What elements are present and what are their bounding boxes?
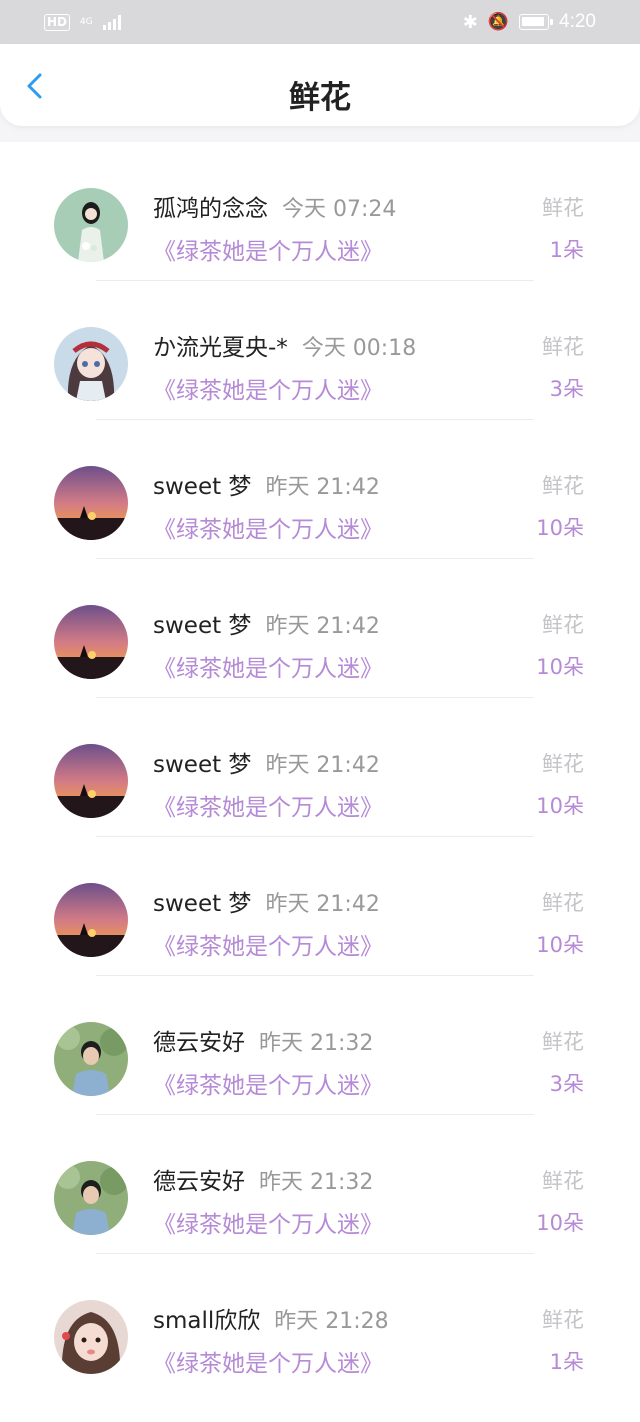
gift-time: 昨天 21:32 [259, 1031, 374, 1056]
gift-type: 鲜花 [542, 891, 584, 915]
gift-time: 昨天 21:32 [259, 1170, 374, 1195]
gift-time: 昨天 21:42 [265, 753, 380, 778]
avatar[interactable] [54, 605, 128, 679]
user-nickname: sweet 梦 [153, 474, 252, 500]
user-name: sweet 梦昨天 21:42 [153, 884, 380, 918]
gift-count: 10朵 [536, 794, 584, 818]
user-nickname: sweet 梦 [153, 891, 252, 917]
book-title[interactable]: 《绿茶她是个万人迷》 [153, 510, 383, 544]
avatar[interactable] [54, 188, 128, 262]
boy-photo-avatar-icon [54, 1022, 128, 1096]
boy-photo-avatar-icon [54, 1161, 128, 1235]
list-item[interactable]: か流光夏央-* 今天 00:18 《绿茶她是个万人迷》 鲜花 3朵 [0, 281, 640, 420]
gift-time: 昨天 21:28 [274, 1309, 389, 1334]
avatar[interactable] [54, 1022, 128, 1096]
gift-count: 10朵 [536, 933, 584, 957]
book-title[interactable]: 《绿茶她是个万人迷》 [153, 371, 383, 405]
gift-count: 1朵 [549, 238, 584, 262]
list-item[interactable]: 孤鸿的念念 今天 07:24 《绿茶她是个万人迷》 鲜花 1朵 [0, 142, 640, 281]
sunset-avatar-icon [54, 605, 128, 679]
list-item[interactable]: 德云安好 昨天 21:32 《绿茶她是个万人迷》 鲜花 10朵 [0, 1115, 640, 1254]
user-name: sweet 梦昨天 21:42 [153, 745, 380, 779]
list-item[interactable]: 德云安好 昨天 21:32 《绿茶她是个万人迷》 鲜花 3朵 [0, 976, 640, 1115]
book-title[interactable]: 《绿茶她是个万人迷》 [153, 1205, 383, 1239]
user-name: か流光夏央-* 今天 00:18 [153, 328, 416, 362]
user-name: 德云安好 昨天 21:32 [153, 1162, 373, 1196]
hd-badge: HD [44, 13, 71, 31]
book-title[interactable]: 《绿茶她是个万人迷》 [153, 649, 383, 683]
sunset-avatar-icon [54, 883, 128, 957]
list-item[interactable]: sweet 梦昨天 21:42 《绿茶她是个万人迷》 鲜花 10朵 [0, 559, 640, 698]
user-nickname: 孤鸿的念念 [153, 196, 268, 222]
gift-count: 10朵 [536, 1211, 584, 1235]
gift-record-list: 孤鸿的念念 今天 07:24 《绿茶她是个万人迷》 鲜花 1朵 か流光夏央-* 今天… [0, 142, 640, 1422]
book-title[interactable]: 《绿茶她是个万人迷》 [153, 1344, 383, 1378]
status-left: HD 4G [44, 13, 121, 31]
user-nickname: sweet 梦 [153, 613, 252, 639]
user-nickname: か流光夏央-* [153, 335, 288, 361]
avatar[interactable] [54, 744, 128, 818]
gift-count: 10朵 [536, 516, 584, 540]
anime-girl-avatar-icon [54, 327, 128, 401]
sunset-avatar-icon [54, 466, 128, 540]
page-title: 鲜花 [289, 80, 351, 116]
battery-icon [519, 14, 554, 30]
gift-time: 今天 07:24 [282, 197, 397, 222]
gift-count: 10朵 [536, 655, 584, 679]
book-title[interactable]: 《绿茶她是个万人迷》 [153, 232, 383, 266]
gift-type: 鲜花 [542, 752, 584, 776]
book-title[interactable]: 《绿茶她是个万人迷》 [153, 1066, 383, 1100]
book-title[interactable]: 《绿茶她是个万人迷》 [153, 927, 383, 961]
bluetooth-icon: ✱ [462, 11, 478, 33]
gift-type: 鲜花 [542, 613, 584, 637]
list-item[interactable]: sweet 梦昨天 21:42 《绿茶她是个万人迷》 鲜花 10朵 [0, 837, 640, 976]
gift-count: 3朵 [549, 377, 584, 401]
nav-bar: 鲜花 [0, 44, 640, 126]
gift-time: 昨天 21:42 [265, 892, 380, 917]
status-right: ✱ 🔕 4:20 [463, 11, 596, 33]
gift-type: 鲜花 [542, 474, 584, 498]
user-nickname: sweet 梦 [153, 752, 252, 778]
list-item[interactable]: small欣欣 昨天 21:28 《绿茶她是个万人迷》 鲜花 1朵 [0, 1254, 640, 1393]
gift-type: 鲜花 [542, 1030, 584, 1054]
book-title[interactable]: 《绿茶她是个万人迷》 [153, 788, 383, 822]
gift-type: 鲜花 [542, 335, 584, 359]
user-nickname: 德云安好 [153, 1169, 245, 1195]
user-nickname: small欣欣 [153, 1308, 261, 1334]
avatar[interactable] [54, 883, 128, 957]
user-nickname: 德云安好 [153, 1030, 245, 1056]
mute-bell-icon: 🔕 [487, 12, 510, 32]
gift-time: 今天 00:18 [301, 336, 417, 361]
avatar[interactable] [54, 1161, 128, 1235]
list-item[interactable]: sweet 梦昨天 21:42 《绿茶她是个万人迷》 鲜花 10朵 [0, 698, 640, 837]
gift-type: 鲜花 [542, 1169, 584, 1193]
avatar[interactable] [54, 327, 128, 401]
user-name: sweet 梦昨天 21:42 [153, 467, 380, 501]
gift-count: 3朵 [549, 1072, 584, 1096]
user-name: 德云安好 昨天 21:32 [153, 1023, 373, 1057]
status-bar: HD 4G ✱ 🔕 4:20 [0, 0, 640, 44]
list-item[interactable]: sweet 梦昨天 21:42 《绿茶她是个万人迷》 鲜花 10朵 [0, 420, 640, 559]
avatar[interactable] [54, 1300, 128, 1374]
gift-time: 昨天 21:42 [265, 475, 380, 500]
status-time: 4:20 [559, 11, 596, 32]
gift-count: 1朵 [549, 1350, 584, 1374]
gift-time: 昨天 21:42 [265, 614, 380, 639]
user-name: 孤鸿的念念 今天 07:24 [153, 189, 396, 223]
avatar[interactable] [54, 466, 128, 540]
network-type: 4G [80, 16, 93, 27]
signal-icon [102, 14, 121, 30]
gift-type: 鲜花 [542, 1308, 584, 1332]
user-name: small欣欣 昨天 21:28 [153, 1301, 389, 1335]
sunset-avatar-icon [54, 744, 128, 818]
user-name: sweet 梦昨天 21:42 [153, 606, 380, 640]
girl-illustration-avatar-icon [54, 188, 128, 262]
child-photo-avatar-icon [54, 1300, 128, 1374]
gift-type: 鲜花 [542, 196, 584, 220]
